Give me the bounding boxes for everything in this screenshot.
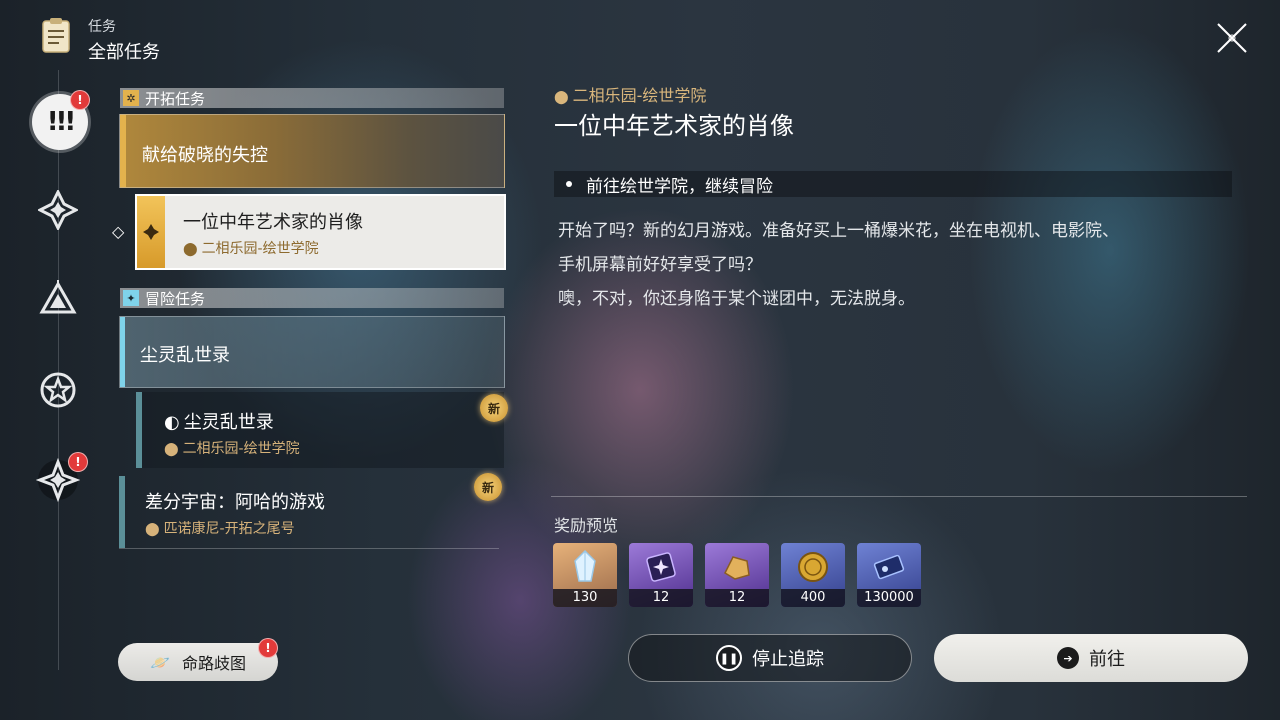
location-text: 二相乐园-绘世学院	[201, 241, 319, 257]
rail-alert-badge: !	[70, 90, 90, 110]
reward-item[interactable]: 130	[553, 543, 617, 607]
stop-tracking-button[interactable]: ❚❚ 停止追踪	[628, 634, 912, 682]
section-label: 冒险任务	[145, 289, 206, 308]
section-header-adventure: ✦ 冒险任务	[120, 288, 504, 308]
section-label: 开拓任务	[145, 89, 206, 108]
mission-card-selected[interactable]: 一位中年艺术家的肖像 ⬤ 二相乐园-绘世学院	[135, 194, 506, 270]
route-alert-badge: !	[258, 638, 278, 658]
new-badge: 新	[480, 394, 508, 422]
go-button[interactable]: ➔ 前往	[934, 634, 1248, 682]
card-accent-bar	[136, 392, 142, 468]
mission-location: ⬤ 二相乐园-绘世学院	[164, 438, 300, 458]
star-badge-icon	[40, 372, 76, 408]
stop-label: 停止追踪	[752, 649, 824, 670]
rail-tab-daily[interactable]	[34, 366, 82, 414]
detail-title: 一位中年艺术家的肖像	[554, 112, 794, 140]
section-header-trailblaze: ✲ 开拓任务	[120, 88, 504, 108]
new-badge: 新	[474, 473, 502, 501]
trailblaze-section-icon: ✲	[123, 90, 139, 106]
rail-tab-companion[interactable]	[34, 276, 82, 324]
triangle-emblem-icon	[39, 280, 77, 314]
header-category: 任务	[88, 19, 116, 35]
path-map-button[interactable]: 🪐 命路歧图	[118, 643, 278, 681]
card-accent-bar	[120, 115, 126, 187]
detail-location: ⬤ 二相乐园-绘世学院	[554, 82, 706, 106]
close-button[interactable]	[1212, 20, 1252, 56]
location-pin-icon: ⬤	[183, 242, 198, 257]
mission-location: ⬤ 匹诺康尼-开拓之尾号	[145, 518, 295, 538]
rail-alert-badge: !	[68, 452, 88, 472]
purple-ticket-icon	[646, 552, 676, 582]
reward-count: 12	[705, 589, 769, 607]
go-label: 前往	[1089, 649, 1125, 670]
selected-strip	[137, 196, 165, 268]
mission-title: 尘灵乱世录	[140, 345, 230, 366]
description-line: 噢，不对，你还身陷于某个谜团中，无法脱身。	[558, 289, 915, 309]
pause-icon: ❚❚	[716, 645, 742, 671]
reward-item[interactable]: 400	[781, 543, 845, 607]
reward-count: 400	[781, 589, 845, 607]
description-line: 开始了吗？新的幻月游戏。准备好买上一桶爆米花，坐在电视机、电影院、	[558, 221, 1119, 241]
adventure-section-icon: ✦	[123, 290, 139, 306]
go-arrow-icon: ➔	[1057, 647, 1079, 669]
mission-card-adventure-1[interactable]: ◐ 尘灵乱世录 ⬤ 二相乐园-绘世学院	[136, 392, 504, 468]
location-text: 二相乐园-绘世学院	[182, 441, 300, 457]
credit-coin-icon	[798, 552, 828, 582]
location-pin-icon: ⬤	[164, 442, 179, 457]
location-pin-icon: ⬤	[554, 90, 569, 105]
reward-item[interactable]: 12	[705, 543, 769, 607]
trailblaze-mark-icon	[143, 224, 159, 240]
mission-card-trailblaze[interactable]: 献给破晓的失控	[119, 114, 505, 188]
card-accent-bar	[119, 476, 125, 548]
route-label: 命路歧图	[181, 654, 246, 673]
mission-log-icon	[40, 16, 72, 54]
mission-card-adventure-group[interactable]: 尘灵乱世录	[119, 316, 505, 388]
planet-icon: 🪐	[150, 652, 170, 672]
location-pin-icon: ⬤	[145, 522, 160, 537]
mission-title: 差分宇宙：阿哈的游戏	[145, 492, 325, 513]
reward-count: 130	[553, 589, 617, 607]
mission-title: 一位中年艺术家的肖像	[183, 212, 363, 233]
trailblaze-star-icon	[38, 190, 78, 230]
gold-ore-icon	[724, 556, 750, 580]
reward-count: 130000	[857, 589, 921, 607]
reward-count: 12	[629, 589, 693, 607]
objective-text: 前往绘世学院，继续冒险	[586, 176, 773, 197]
rail-tab-trailblaze[interactable]	[34, 186, 82, 234]
reward-preview-label: 奖励预览	[554, 516, 619, 535]
description-line: 手机屏幕前好好享受了吗？	[558, 255, 762, 275]
reward-item[interactable]: 12	[629, 543, 693, 607]
location-text: 匹诺康尼-开拓之尾号	[163, 521, 295, 537]
reward-item[interactable]: 130000	[857, 543, 921, 607]
location-text: 二相乐园-绘世学院	[572, 86, 707, 105]
mission-title-row: ◐ 尘灵乱世录	[164, 408, 274, 434]
mission-card-adventure-2[interactable]: 差分宇宙：阿哈的游戏 ⬤ 匹诺康尼-开拓之尾号	[119, 476, 499, 549]
close-icon	[1217, 23, 1247, 53]
objective-bar: 前往绘世学院，继续冒险	[554, 171, 1232, 197]
objective-bullet-icon	[566, 181, 572, 187]
card-accent-bar	[120, 317, 125, 387]
crystal-icon	[574, 549, 596, 582]
mission-type-icon: ◐	[164, 412, 180, 433]
page-title: 全部任务	[88, 42, 160, 63]
mission-title: 献给破晓的失控	[142, 145, 268, 166]
mission-title: 尘灵乱世录	[183, 412, 274, 433]
exclamation-icon: !!!	[46, 107, 77, 137]
divider	[551, 496, 1247, 497]
mission-location: ⬤ 二相乐园-绘世学院	[183, 238, 319, 258]
blue-ticket-icon	[873, 554, 905, 580]
selection-arrow-icon: ◇	[112, 222, 125, 241]
